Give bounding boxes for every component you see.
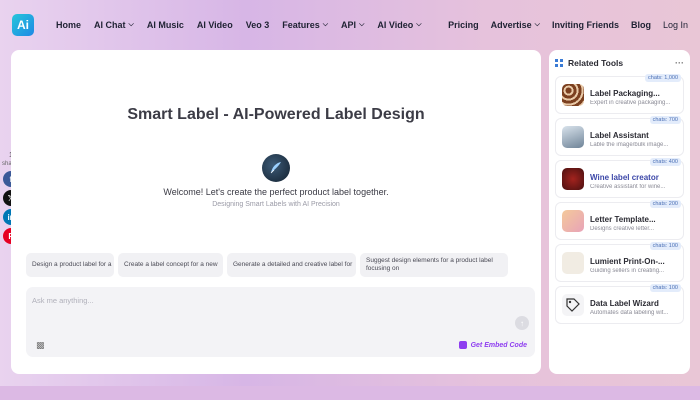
tool-name: Label Packaging... (590, 88, 660, 98)
tool-card-data-label-wizard[interactable]: Data Label Wizard Automates data labeling… (555, 284, 684, 324)
chat-count-badge: chats: 200 (649, 200, 681, 208)
site-logo[interactable]: Ai (12, 14, 34, 36)
nav-api[interactable]: API ⌵ (341, 20, 364, 30)
bot-avatar (262, 154, 290, 182)
chevron-down-icon: ⌵ (534, 21, 540, 28)
tool-desc: Expert in creative packaging... (590, 99, 671, 106)
nav-inviting-friends-label: Inviting Friends (551, 20, 619, 30)
nav-right: Pricing Advertise ⌵ Inviting Friends Blog… (448, 20, 688, 30)
tool-desc: Guiding sellers in creating... (590, 267, 665, 274)
nav-home[interactable]: Home (56, 20, 81, 30)
suggestion-chip[interactable]: Generate a detailed and creative label f… (227, 253, 356, 277)
nav-inviting-friends[interactable]: Inviting Friends (552, 20, 619, 30)
more-icon[interactable]: ··· (675, 58, 684, 68)
arrow-up-icon: ↑ (520, 318, 524, 328)
tool-thumbnail (562, 294, 584, 316)
chat-count-badge: chats: 100 (649, 284, 681, 292)
nav-pricing-label: Pricing (448, 20, 479, 30)
nav-advertise[interactable]: Advertise ⌵ (491, 20, 540, 30)
nav-home-label: Home (56, 20, 82, 30)
chat-count-badge: chats: 1,000 (645, 74, 681, 82)
bottom-strip (0, 386, 700, 400)
chevron-down-icon: ⌵ (416, 21, 422, 28)
nav-features[interactable]: Features ⌵ (282, 20, 328, 30)
suggestion-chip[interactable]: Create a label concept for a new (118, 253, 223, 277)
image-upload-button[interactable]: ▩ (36, 340, 45, 351)
tool-card-letter-template[interactable]: Letter Template... Designs creative lette… (555, 200, 684, 240)
nav-veo-3-label: Veo 3 (245, 20, 270, 30)
chat-count-badge: chats: 100 (649, 242, 681, 250)
chevron-down-icon: ⌵ (322, 21, 329, 28)
tool-card-label-assistant[interactable]: Label Assistant Lable the image/bulk imag… (555, 116, 684, 156)
tool-name: Label Assistant (590, 130, 649, 140)
nav-blog-label: Blog (630, 20, 651, 30)
nav-veo-3[interactable]: Veo 3 (246, 20, 270, 30)
embed-code-label: Get Embed Code (470, 341, 527, 349)
suggestion-chip[interactable]: Design a product label for a (26, 253, 114, 277)
tool-thumbnail (562, 210, 584, 232)
chevron-down-icon: ⌵ (359, 21, 365, 28)
code-icon (458, 341, 467, 349)
nav-login-label: Log In (662, 20, 688, 30)
welcome-subtitle: Designing Smart Labels with AI Precision (212, 201, 340, 208)
tool-thumbnail (562, 252, 584, 274)
nav-login[interactable]: Log In (663, 20, 688, 30)
tool-name: Lumient Print-On-... (590, 256, 665, 266)
send-button[interactable]: ↑ (515, 316, 529, 330)
nav-left: Home AI Chat ⌵ AI Music AI Video Veo 3 Fe… (56, 20, 435, 30)
nav-api-label: API (341, 20, 357, 30)
sidebar-title: Related Tools (568, 58, 624, 68)
grid-icon (555, 59, 563, 67)
tool-card-label-packaging[interactable]: Label Packaging... Expert in creative pac… (555, 74, 684, 114)
nav-ai-video[interactable]: AI Video (197, 20, 233, 30)
suggestion-chip[interactable]: Suggest design elements for a product la… (360, 253, 508, 277)
tool-name: Wine label creator (590, 172, 659, 182)
tool-thumbnail (562, 84, 584, 106)
sidebar-header: Related Tools ··· (555, 56, 684, 70)
top-nav: Ai Home AI Chat ⌵ AI Music AI Video Veo 3… (0, 0, 700, 50)
page-title: Smart Label - AI-Powered Label Design (127, 106, 425, 123)
nav-ai-music[interactable]: AI Music (147, 20, 184, 30)
tool-desc: Designs creative letter... (590, 225, 655, 232)
chevron-down-icon: ⌵ (128, 21, 134, 28)
nav-ai-music-label: AI Music (146, 20, 184, 30)
suggestion-list: Design a product label for a Create a la… (26, 253, 512, 277)
nav-features-label: Features (282, 20, 320, 30)
tool-name: Data Label Wizard (590, 298, 659, 308)
chat-panel: Smart Label - AI-Powered Label Design We… (11, 50, 541, 374)
tool-card-lumient-print[interactable]: Lumient Print-On-... Guiding sellers in c… (555, 242, 684, 282)
chat-count-badge: chats: 400 (649, 158, 681, 166)
welcome-message: Welcome! Let's create the perfect produc… (163, 187, 389, 197)
tool-thumbnail (562, 168, 584, 190)
tool-desc: Creative assistant for wine... (590, 183, 666, 190)
nav-ai-chat[interactable]: AI Chat ⌵ (94, 20, 134, 30)
nav-blog[interactable]: Blog (631, 20, 651, 30)
tag-icon (566, 298, 580, 312)
chat-composer: ↑ ▩ Get Embed Code (26, 287, 535, 357)
tool-card-wine-label[interactable]: Wine label creator Creative assistant for… (555, 158, 684, 198)
nav-pricing[interactable]: Pricing (448, 20, 479, 30)
nav-advertise-label: Advertise (490, 20, 532, 30)
nav-ai-video-menu[interactable]: AI Video ⌵ (377, 20, 421, 30)
tool-desc: Automates data labeling wit... (590, 309, 669, 316)
image-icon: ▩ (36, 340, 45, 350)
related-tools-sidebar: Related Tools ··· Label Packaging... Expe… (549, 50, 690, 374)
nav-ai-chat-label: AI Chat (94, 20, 126, 30)
chat-count-badge: chats: 700 (649, 116, 681, 124)
tool-name: Letter Template... (590, 214, 656, 224)
feather-pen-icon (270, 162, 281, 174)
tool-desc: Lable the image/bulk image... (590, 141, 669, 148)
nav-ai-video-menu-label: AI Video (377, 20, 414, 30)
nav-ai-video-label: AI Video (196, 20, 233, 30)
tool-thumbnail (562, 126, 584, 148)
chat-input[interactable] (32, 291, 492, 309)
embed-code-button[interactable]: Get Embed Code (458, 341, 527, 349)
